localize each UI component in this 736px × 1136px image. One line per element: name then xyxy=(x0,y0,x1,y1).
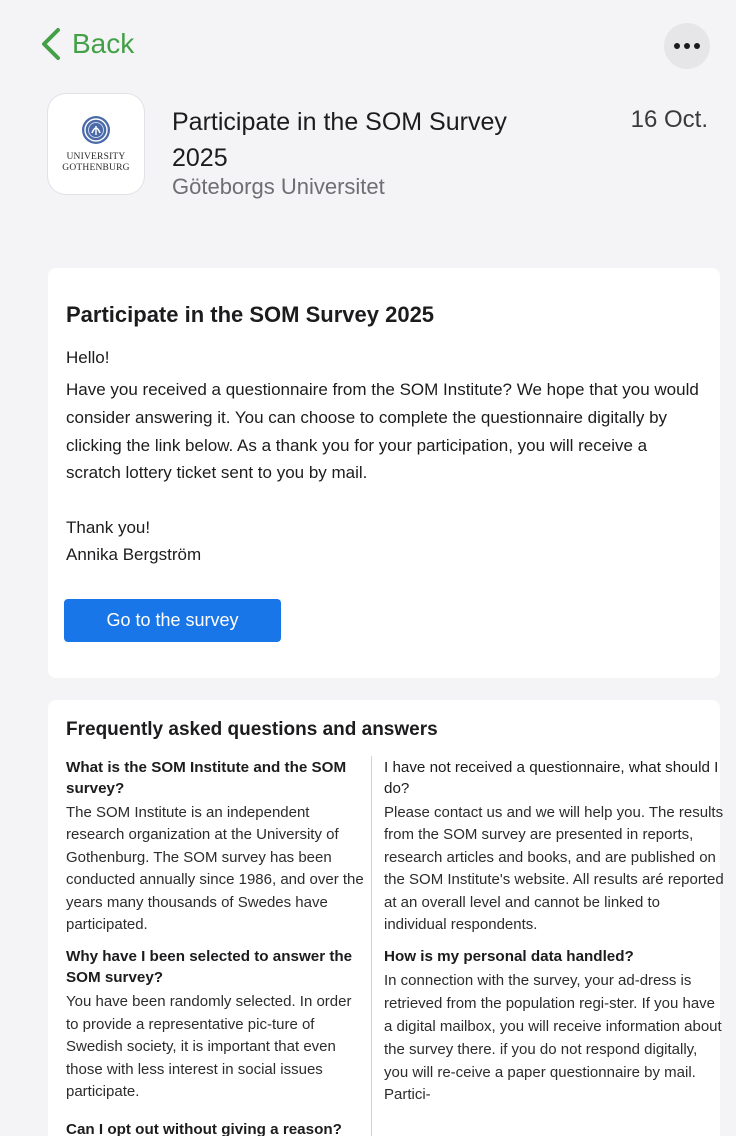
faq-heading: Frequently asked questions and answers xyxy=(66,719,438,740)
faq-question: How is my personal data handled? xyxy=(384,948,634,966)
faq-column-divider xyxy=(371,756,372,1136)
more-icon-dot xyxy=(674,43,680,49)
faq-question: What is the SOM Institute and the SOM su… xyxy=(66,759,347,797)
faq-question: Can I opt out without giving a reason? xyxy=(66,1121,342,1136)
message-sender: Göteborgs Universitet xyxy=(172,174,385,199)
letter-body: Have you received a questionnaire from t… xyxy=(66,380,699,483)
letter-thanks: Thank you! xyxy=(66,518,151,537)
faq-right-column: I have not received a questionnaire, wha… xyxy=(384,757,724,1107)
faq-answer: In connection with the survey, your ad-d… xyxy=(384,972,722,1104)
top-bar: Back xyxy=(0,0,736,90)
faq-card: Frequently asked questions and answers W… xyxy=(48,700,724,1136)
university-seal-icon xyxy=(82,116,110,144)
chevron-left-icon xyxy=(42,28,60,60)
faq-answer: The SOM Institute is an independent rese… xyxy=(66,804,364,934)
faq-answer: You have been randomly selected. In orde… xyxy=(66,993,352,1101)
go-to-survey-button[interactable]: Go to the survey xyxy=(64,599,281,642)
letter-greeting: Hello! xyxy=(66,348,110,367)
faq-left-column: What is the SOM Institute and the SOM su… xyxy=(66,757,364,1136)
more-icon-dot xyxy=(684,43,690,49)
message-title: Participate in the SOM Survey 2025 xyxy=(172,108,507,172)
faq-question: Why have I been selected to answer the S… xyxy=(66,948,353,987)
back-label: Back xyxy=(72,28,135,59)
logo-text-line-2: GOTHENBURG xyxy=(62,163,130,173)
sender-logo: UNIVERSITY GOTHENBURG xyxy=(48,94,144,194)
letter-heading: Participate in the SOM Survey 2025 xyxy=(66,302,435,327)
back-button[interactable]: Back xyxy=(38,24,134,64)
letter-card: Participate in the SOM Survey 2025 Hello… xyxy=(48,268,720,678)
faq-question: I have not received a questionnaire, wha… xyxy=(384,759,719,797)
more-icon-dot xyxy=(694,43,700,49)
faq-answer: Please contact us and we will help you. … xyxy=(384,804,724,934)
logo-text-line-1: UNIVERSITY xyxy=(66,152,126,162)
message-date: 16 Oct. xyxy=(630,106,708,133)
more-options-button[interactable] xyxy=(664,23,710,69)
letter-signature: Annika Bergström xyxy=(66,545,202,564)
